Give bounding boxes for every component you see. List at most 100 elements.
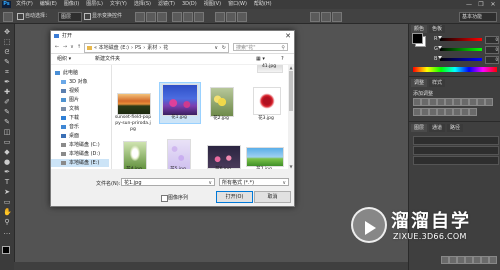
auto-select-checkbox[interactable] bbox=[17, 13, 24, 20]
layer-action-icon[interactable] bbox=[449, 256, 457, 264]
sidebar-item[interactable]: 图片 bbox=[61, 96, 79, 104]
layer-action-icon[interactable] bbox=[441, 256, 449, 264]
layer-action-icon[interactable] bbox=[473, 256, 481, 264]
layer-action-icon[interactable] bbox=[457, 256, 465, 264]
file-list-scrollbar[interactable]: ▲ ▼ bbox=[288, 65, 294, 169]
menu-item[interactable]: 文件(F) bbox=[16, 1, 33, 7]
filename-input[interactable]: 花1.jpg ∨ bbox=[121, 178, 215, 186]
menu-item[interactable]: 滤镜(T) bbox=[158, 1, 175, 7]
move-tool-icon[interactable]: ✥ bbox=[3, 28, 11, 36]
chevron-down-icon[interactable]: ∨ bbox=[69, 41, 75, 53]
tab-color[interactable]: 颜色 bbox=[411, 25, 428, 33]
align-top-icon[interactable] bbox=[135, 12, 145, 22]
maximize-icon[interactable]: ❐ bbox=[475, 0, 487, 9]
shape-tool-icon[interactable]: ▭ bbox=[3, 198, 11, 206]
menu-item[interactable]: 帮助(H) bbox=[254, 1, 272, 7]
sidebar-item[interactable]: 本地磁盘 (C:) bbox=[61, 141, 100, 149]
new-folder-button[interactable]: 新建文件夹 bbox=[95, 54, 120, 64]
stamp-tool-icon[interactable]: ✎ bbox=[3, 108, 11, 116]
workspace-dropdown[interactable]: 基本功能 bbox=[459, 12, 497, 22]
adjustment-icon[interactable] bbox=[437, 108, 445, 116]
file-thumbnail[interactable] bbox=[117, 93, 151, 115]
zoom-tool-icon[interactable]: ⚲ bbox=[3, 218, 11, 226]
chevron-down-icon[interactable]: ∨ bbox=[282, 179, 286, 187]
path-select-tool-icon[interactable]: ➤ bbox=[3, 188, 11, 196]
breadcrumb-item[interactable]: « 本地磁盘 (E:) bbox=[94, 45, 129, 51]
chevron-down-icon[interactable]: ∨ bbox=[208, 179, 212, 187]
file-thumbnail[interactable] bbox=[210, 87, 234, 117]
distribute-icon[interactable] bbox=[215, 12, 225, 22]
breadcrumb-item[interactable]: 素材 bbox=[147, 45, 157, 51]
file-thumbnail[interactable] bbox=[253, 87, 281, 115]
sidebar-item[interactable]: 此电脑 bbox=[55, 69, 78, 77]
distribute-icon[interactable] bbox=[237, 12, 247, 22]
adjustment-icon[interactable] bbox=[413, 98, 421, 106]
file-thumbnail[interactable] bbox=[207, 145, 241, 169]
tab-adjustments[interactable]: 调整 bbox=[411, 79, 428, 87]
tab-paths[interactable]: 路径 bbox=[447, 124, 464, 132]
more-tool-icon[interactable]: … bbox=[3, 228, 11, 236]
forward-icon[interactable]: → bbox=[62, 41, 68, 53]
eyedropper-tool-icon[interactable]: ✒ bbox=[3, 78, 11, 86]
g-slider[interactable] bbox=[438, 46, 482, 51]
breadcrumb-item[interactable]: PS bbox=[135, 45, 141, 51]
file-thumbnail[interactable] bbox=[246, 147, 284, 167]
layer-action-icon[interactable] bbox=[465, 256, 473, 264]
foreground-color-swatch[interactable] bbox=[2, 246, 10, 254]
color-spectrum-bar[interactable] bbox=[413, 67, 497, 72]
adjustment-icon[interactable] bbox=[413, 108, 421, 116]
sidebar-item[interactable]: 桌面 bbox=[61, 132, 79, 140]
menu-item[interactable]: 编辑(E) bbox=[40, 1, 57, 7]
organize-button[interactable]: 组织 ▾ bbox=[57, 54, 71, 64]
address-bar[interactable]: « 本地磁盘 (E:) › PS › 素材 › 花 ∨ ↻ bbox=[84, 43, 229, 53]
minimize-icon[interactable]: — bbox=[463, 0, 475, 9]
adjustment-icon[interactable] bbox=[429, 108, 437, 116]
b-value[interactable]: 0 bbox=[485, 56, 499, 64]
b-slider[interactable] bbox=[438, 56, 482, 61]
sidebar-item[interactable]: 视频 bbox=[61, 87, 79, 95]
layer-action-icon[interactable] bbox=[481, 256, 489, 264]
sidebar-item[interactable]: 文档 bbox=[61, 105, 79, 113]
open-button[interactable]: 打开(O) bbox=[216, 191, 253, 203]
adjustment-icon[interactable] bbox=[437, 98, 445, 106]
cancel-button[interactable]: 取消 bbox=[254, 191, 291, 203]
layer-action-icon[interactable] bbox=[489, 256, 497, 264]
adjustment-icon[interactable] bbox=[461, 108, 469, 116]
adjustment-icon[interactable] bbox=[421, 98, 429, 106]
menu-item[interactable]: 视图(V) bbox=[204, 1, 221, 7]
align-left-icon[interactable] bbox=[172, 12, 182, 22]
lock-row[interactable] bbox=[413, 156, 499, 165]
align-center-icon[interactable] bbox=[183, 12, 193, 22]
lasso-tool-icon[interactable]: ᘓ bbox=[3, 48, 11, 56]
auto-select-dropdown[interactable]: 图层 bbox=[58, 12, 82, 22]
quick-select-tool-icon[interactable]: ✎ bbox=[3, 58, 11, 66]
3d-mode-icon[interactable] bbox=[310, 12, 320, 22]
file-thumbnail[interactable] bbox=[162, 84, 198, 116]
move-tool-icon[interactable] bbox=[3, 12, 13, 22]
blur-tool-icon[interactable]: ◆ bbox=[3, 148, 11, 156]
sidebar-item[interactable]: 本地磁盘 (D:) bbox=[61, 150, 100, 158]
eraser-tool-icon[interactable]: ◫ bbox=[3, 128, 11, 136]
sidebar-item[interactable]: 下载 bbox=[61, 114, 79, 122]
breadcrumb-item[interactable]: 花 bbox=[163, 45, 168, 51]
tab-styles[interactable]: 样式 bbox=[429, 79, 446, 87]
scroll-up-icon[interactable]: ▲ bbox=[288, 65, 294, 70]
blend-mode-row[interactable] bbox=[413, 146, 499, 155]
menu-item[interactable]: 窗口(W) bbox=[228, 1, 247, 7]
show-transform-checkbox[interactable] bbox=[84, 13, 91, 20]
3d-mode-icon[interactable] bbox=[332, 12, 342, 22]
r-slider[interactable] bbox=[438, 36, 482, 41]
marquee-tool-icon[interactable]: ⬚ bbox=[3, 38, 11, 46]
dodge-tool-icon[interactable]: ● bbox=[3, 158, 11, 166]
layer-filter-row[interactable] bbox=[413, 136, 499, 145]
chevron-down-icon[interactable]: ∨ bbox=[214, 44, 218, 52]
scrollbar-thumb[interactable] bbox=[289, 71, 293, 111]
distribute-icon[interactable] bbox=[226, 12, 236, 22]
pen-tool-icon[interactable]: ✒ bbox=[3, 168, 11, 176]
align-right-icon[interactable] bbox=[194, 12, 204, 22]
menu-item[interactable]: 3D(D) bbox=[182, 1, 197, 7]
hand-tool-icon[interactable]: ✋ bbox=[3, 208, 12, 216]
view-options-button[interactable]: ▦ ▾ bbox=[256, 54, 265, 64]
gradient-tool-icon[interactable]: ▭ bbox=[3, 138, 11, 146]
r-value[interactable]: 0 bbox=[485, 36, 499, 44]
